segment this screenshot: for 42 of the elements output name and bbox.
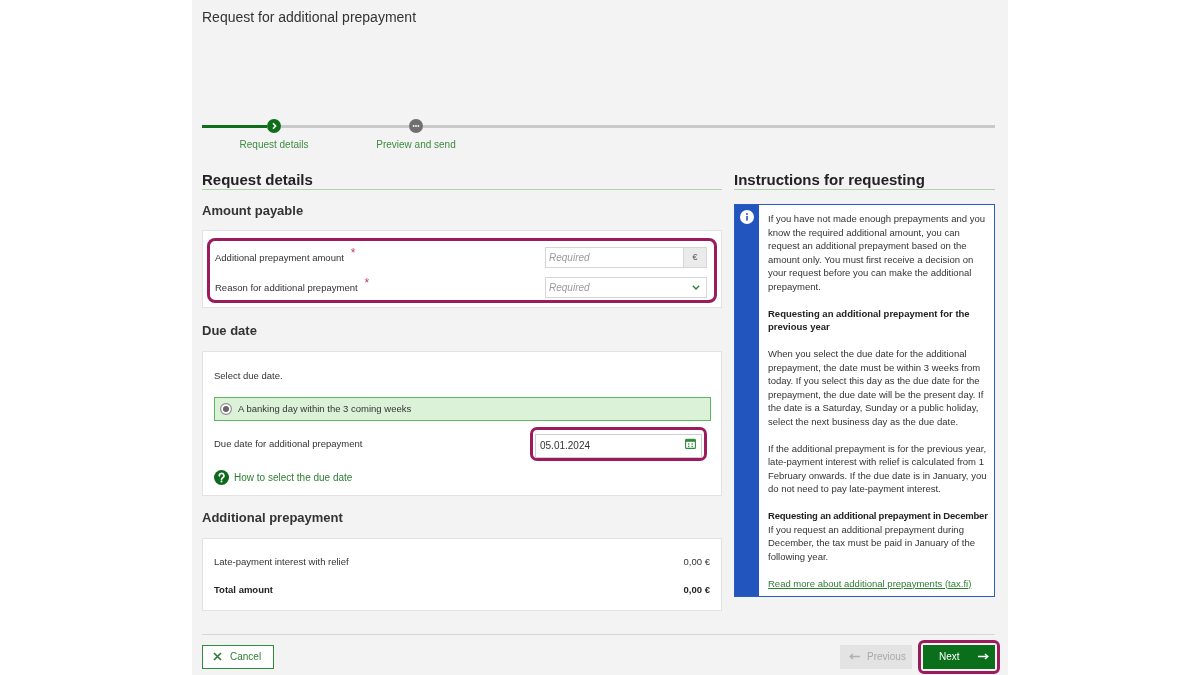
required-mark: * (364, 277, 370, 289)
required-mark: * (350, 247, 356, 259)
field-label: Reason for additional prepayment (215, 281, 358, 294)
step-label[interactable]: Preview and send (376, 139, 456, 151)
step-label[interactable]: Request details (239, 139, 309, 151)
radio-option[interactable]: A banking day within the 3 coming weeks (214, 397, 711, 421)
chevron-down-icon (692, 285, 700, 290)
instruction-text: When you select the due date for the additional prepayment, the date must be within 3 weeks from today. If you select this day as the due date for the prepayment, the due date will be the present day. If the date is a Saturday, Sunday or a public holiday, select the next business day as the due date. (768, 347, 985, 428)
field-label: Due date for additional prepayment (214, 438, 363, 450)
row-label: Late-payment interest with relief (214, 556, 349, 568)
section-heading: Instructions for requesting (734, 171, 925, 189)
close-icon (213, 652, 222, 661)
instruction-heading: Requesting an additional prepayment for the previous year (768, 306, 971, 334)
next-button[interactable]: Next (923, 644, 995, 669)
row-label: Total amount (214, 584, 273, 596)
date-input[interactable]: 05.01.2024 (535, 433, 702, 458)
help-link[interactable]: How to select the due date (234, 471, 353, 484)
arrow-left-icon (849, 653, 860, 660)
arrow-right-icon (978, 653, 989, 660)
radio-button[interactable] (220, 403, 232, 415)
reason-select[interactable]: Required (545, 277, 707, 298)
row-value: 0,00 € (683, 584, 710, 596)
info-icon (740, 210, 754, 224)
section-heading: Request details (202, 171, 313, 189)
prompt-text: Select due date. (214, 370, 283, 382)
currency-suffix: € (683, 247, 707, 268)
row-value: 0,00 € (683, 556, 710, 568)
amount-input[interactable]: Required (545, 247, 683, 268)
field-label: Additional prepayment amount (215, 251, 344, 264)
instruction-heading: Requesting an additional prepayment in December (768, 509, 988, 523)
help-icon (214, 470, 229, 485)
subsection-heading: Due date (202, 323, 257, 339)
subsection-heading: Additional prepayment (202, 510, 343, 526)
subsection-heading: Amount payable (202, 203, 304, 219)
instruction-text: If you have not made enough prepayments and you know the required additional amount, you can request an additional prepayment based on the amount only. You must first receive a decision on your request before you can make the additional prepayment. (768, 212, 987, 293)
cancel-button[interactable]: Cancel (202, 644, 274, 669)
page-title: Request for additional prepayment (202, 9, 417, 25)
read-more-link[interactable]: Read more about additional prepayments (tax.fi) (768, 576, 972, 590)
step-connector-line (202, 124, 267, 128)
calendar-icon (685, 438, 696, 449)
instruction-text: If the additional prepayment is for the previous year, late-payment interest with relief is calculated from 1 February onwards. If the due date is in January, you do not need to pay late-payment interest. (768, 441, 988, 496)
instruction-text: If you request an additional prepayment during December, the tax must be paid in January of the following year. (768, 522, 976, 563)
